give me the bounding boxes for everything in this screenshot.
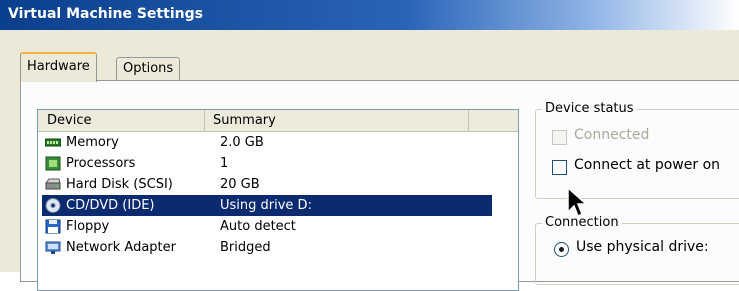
column-header-summary-label: Summary [213, 113, 276, 128]
mouse-pointer-icon [567, 186, 588, 218]
column-header-device[interactable]: Device [38, 110, 205, 131]
device-name: Memory [66, 135, 119, 150]
network-adapter-icon [45, 241, 61, 254]
column-header-summary[interactable]: Summary [204, 110, 469, 131]
device-row-network-adapter[interactable]: Network Adapter Bridged [42, 237, 492, 258]
device-list[interactable]: Device Summary Memory 2.0 GB Processors … [37, 109, 519, 291]
hard-disk-icon [45, 178, 61, 190]
column-header-spacer [469, 110, 518, 131]
device-row-floppy[interactable]: Floppy Auto detect [42, 216, 492, 237]
connect-at-power-on-label: Connect at power on [574, 157, 721, 173]
device-name: CD/DVD (IDE) [66, 198, 155, 213]
device-name: Hard Disk (SCSI) [66, 177, 173, 192]
device-summary: Auto detect [220, 219, 296, 234]
device-list-header: Device Summary [38, 110, 518, 132]
use-physical-drive-radio[interactable] [554, 242, 569, 257]
tab-hardware-label: Hardware [27, 59, 90, 74]
window-title: Virtual Machine Settings [8, 6, 203, 22]
device-row-cd-dvd[interactable]: CD/DVD (IDE) Using drive D: [42, 195, 492, 216]
device-row-hard-disk[interactable]: Hard Disk (SCSI) 20 GB [42, 174, 492, 195]
cd-dvd-icon [45, 198, 61, 213]
tab-hardware[interactable]: Hardware [20, 52, 97, 82]
device-summary: 20 GB [220, 177, 260, 192]
connection-group: Connection Use physical drive: [535, 215, 739, 285]
device-summary: Using drive D: [220, 198, 312, 213]
tab-options[interactable]: Options [116, 57, 181, 80]
connect-at-power-on-checkbox[interactable] [552, 160, 567, 175]
radio-selected-dot [559, 247, 564, 252]
column-header-device-label: Device [47, 113, 92, 128]
device-summary: Bridged [220, 240, 271, 255]
use-physical-drive-label: Use physical drive: [576, 239, 709, 255]
device-status-label: Device status [542, 101, 637, 116]
dialog-frame: Hardware Options Device Summary Memory 2… [0, 30, 739, 291]
tab-options-label: Options [123, 61, 174, 76]
floppy-icon [45, 219, 61, 234]
connected-label: Connected [574, 127, 650, 143]
memory-icon [45, 138, 61, 147]
device-name: Floppy [66, 219, 110, 234]
device-summary: 2.0 GB [220, 135, 264, 150]
title-bar[interactable]: Virtual Machine Settings [0, 0, 739, 30]
device-summary: 1 [220, 156, 229, 171]
device-name: Processors [66, 156, 136, 171]
device-name: Network Adapter [66, 240, 176, 255]
device-row-processors[interactable]: Processors 1 [42, 153, 492, 174]
device-row-memory[interactable]: Memory 2.0 GB [42, 132, 492, 153]
connected-checkbox[interactable] [552, 130, 567, 145]
hardware-tab-panel: Device Summary Memory 2.0 GB Processors … [20, 80, 739, 291]
processor-icon [45, 156, 61, 171]
